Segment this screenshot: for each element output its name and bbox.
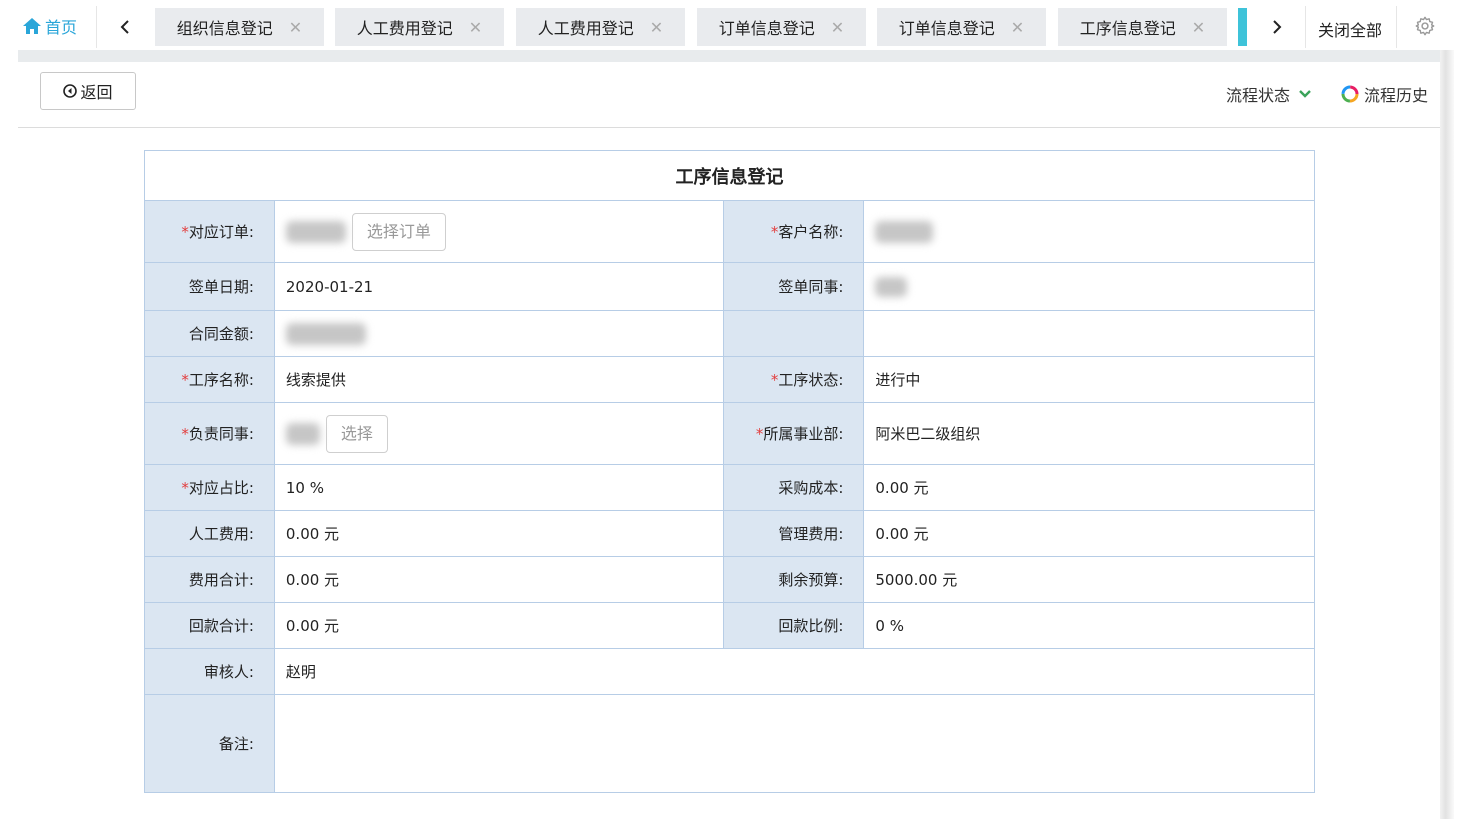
- contract-amount-label: 合同金额:: [144, 310, 275, 357]
- contract-amount-value-redacted: [285, 322, 366, 345]
- divider: [1305, 6, 1306, 48]
- purchase-cost-label: 采购成本:: [722, 464, 865, 511]
- required-mark: *: [181, 223, 189, 241]
- close-icon[interactable]: ✕: [650, 18, 663, 37]
- tab-label: 人工费用登记: [537, 19, 634, 38]
- remaining-budget-value: 5000.00 元: [863, 556, 1315, 603]
- tab-bar: 首页 组织信息登记 ✕ 人工费用登记 ✕ 人工费用登记 ✕ 订单信息登记 ✕ 订…: [0, 0, 1450, 54]
- empty-value-cell: [863, 310, 1315, 357]
- gear-icon[interactable]: [1414, 15, 1436, 37]
- tab-org-info[interactable]: 组织信息登记 ✕: [155, 8, 324, 46]
- divider: [96, 6, 97, 48]
- scroll-right-button[interactable]: [1262, 10, 1292, 44]
- sign-colleague-label: 签单同事:: [722, 262, 865, 311]
- flow-status-dropdown[interactable]: 流程状态: [1226, 82, 1312, 106]
- remark-label: 备注:: [144, 694, 275, 793]
- reviewer-label: 审核人:: [144, 648, 275, 695]
- customer-label: *客户名称:: [722, 200, 865, 263]
- remark-field[interactable]: [273, 694, 1316, 793]
- total-cost-value: 0.00 元: [273, 556, 724, 603]
- close-icon[interactable]: ✕: [289, 18, 302, 37]
- tab-order-info-2[interactable]: 订单信息登记 ✕: [877, 8, 1046, 46]
- contract-amount-field: [273, 310, 724, 357]
- scroll-left-button[interactable]: [110, 10, 140, 44]
- ratio-label: *对应占比:: [144, 464, 275, 511]
- form-title: 工序信息登记: [144, 150, 1315, 201]
- process-name-value[interactable]: 线索提供: [273, 356, 724, 403]
- close-icon[interactable]: ✕: [1011, 18, 1024, 37]
- tab-label: 人工费用登记: [356, 19, 453, 38]
- back-button-label: 返回: [80, 83, 113, 102]
- close-icon[interactable]: ✕: [1192, 18, 1205, 37]
- order-field: 选择订单: [273, 200, 724, 263]
- process-name-label: *工序名称:: [144, 356, 275, 403]
- division-label: *所属事业部:: [722, 402, 865, 465]
- sign-colleague-field: [863, 262, 1315, 311]
- owner-value-redacted: [285, 422, 320, 445]
- chevron-left-icon: [120, 20, 129, 34]
- purchase-cost-value: 0.00 元: [863, 464, 1315, 511]
- tab-label: 订单信息登记: [718, 19, 815, 38]
- division-value: 阿米巴二级组织: [863, 402, 1315, 465]
- customer-field: [863, 200, 1315, 263]
- back-circle-arrow-icon: [63, 84, 78, 98]
- flow-history-button[interactable]: 流程历史: [1340, 82, 1428, 106]
- payment-total-value: 0.00 元: [273, 602, 724, 649]
- payment-total-label: 回款合计:: [144, 602, 275, 649]
- required-mark: *: [181, 425, 189, 443]
- select-order-button[interactable]: 选择订单: [351, 212, 446, 251]
- home-tab-label: 首页: [45, 18, 78, 37]
- page-toolbar: 返回 流程状态 流程历史: [18, 62, 1440, 128]
- ratio-value[interactable]: 10 %: [273, 464, 724, 511]
- active-tab-indicator: [1238, 8, 1247, 46]
- tab-labor-cost-2[interactable]: 人工费用登记 ✕: [516, 8, 685, 46]
- chevron-down-icon: [1299, 90, 1311, 98]
- labor-cost-value: 0.00 元: [273, 510, 724, 557]
- tab-bar-underline: [18, 50, 1450, 62]
- order-value-redacted: [285, 220, 346, 243]
- close-icon[interactable]: ✕: [469, 18, 482, 37]
- history-ring-icon: [1341, 85, 1359, 103]
- sign-date-value: 2020-01-21: [273, 262, 724, 311]
- tab-labor-cost-1[interactable]: 人工费用登记 ✕: [335, 8, 504, 46]
- process-info-form: 工序信息登记 *对应订单: 选择订单 *客户名称: 签单日期: 2020-01-…: [144, 150, 1316, 793]
- management-cost-label: 管理费用:: [722, 510, 865, 557]
- reviewer-value: 赵明: [273, 648, 1316, 695]
- flow-history-label: 流程历史: [1364, 86, 1429, 105]
- customer-value-redacted: [875, 220, 934, 243]
- payment-ratio-label: 回款比例:: [722, 602, 865, 649]
- remaining-budget-label: 剩余预算:: [722, 556, 865, 603]
- divider: [1396, 6, 1397, 48]
- select-owner-button[interactable]: 选择: [325, 414, 388, 453]
- tab-label: 工序信息登记: [1079, 19, 1176, 38]
- flow-status-label: 流程状态: [1226, 86, 1291, 105]
- right-edge-shadow: [1440, 50, 1454, 819]
- sign-date-label: 签单日期:: [144, 262, 275, 311]
- tab-order-info-1[interactable]: 订单信息登记 ✕: [697, 8, 866, 46]
- home-icon: [23, 18, 41, 34]
- labor-cost-label: 人工费用:: [144, 510, 275, 557]
- payment-ratio-value: 0 %: [863, 602, 1315, 649]
- tab-label: 订单信息登记: [898, 19, 995, 38]
- close-all-button[interactable]: 关闭全部: [1318, 17, 1382, 41]
- back-button[interactable]: 返回: [40, 72, 136, 110]
- empty-label-cell: [722, 310, 865, 357]
- process-status-value[interactable]: 进行中: [863, 356, 1315, 403]
- total-cost-label: 费用合计:: [144, 556, 275, 603]
- chevron-right-icon: [1273, 20, 1282, 34]
- tab-label: 组织信息登记: [176, 19, 273, 38]
- home-tab[interactable]: 首页: [22, 14, 77, 38]
- required-mark: *: [181, 371, 189, 389]
- order-label: *对应订单:: [144, 200, 275, 263]
- owner-label: *负责同事:: [144, 402, 275, 465]
- owner-field: 选择: [273, 402, 724, 465]
- process-status-label: *工序状态:: [722, 356, 865, 403]
- required-mark: *: [181, 479, 189, 497]
- sign-colleague-value-redacted: [875, 276, 908, 297]
- close-icon[interactable]: ✕: [831, 18, 844, 37]
- management-cost-value: 0.00 元: [863, 510, 1315, 557]
- tab-process-info[interactable]: 工序信息登记 ✕: [1058, 8, 1227, 46]
